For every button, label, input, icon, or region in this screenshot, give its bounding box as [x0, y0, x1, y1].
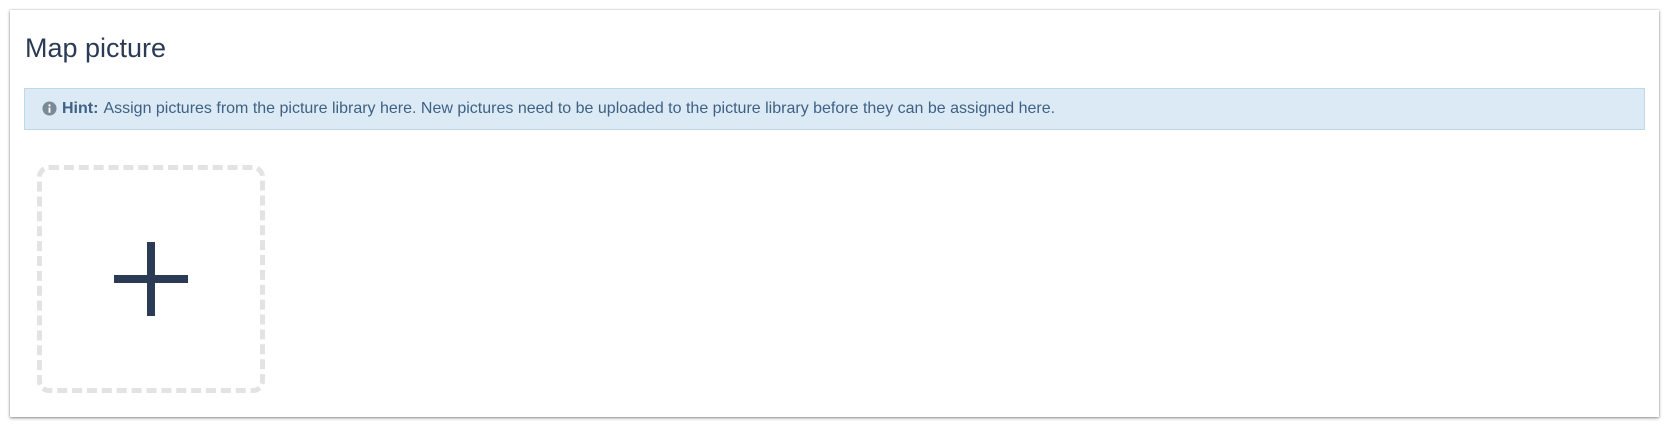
- info-circle-icon: [42, 100, 57, 116]
- hint-label: Hint:: [62, 100, 99, 117]
- section-title: Map picture: [25, 33, 167, 63]
- hint-alert: Hint: Assign pictures from the picture l…: [24, 88, 1645, 130]
- map-picture-panel: Map picture Hint: Assign pictures from t…: [10, 10, 1659, 417]
- plus-icon: [114, 242, 188, 316]
- add-picture-button[interactable]: [37, 165, 265, 393]
- hint-text: Assign pictures from the picture library…: [103, 100, 1056, 117]
